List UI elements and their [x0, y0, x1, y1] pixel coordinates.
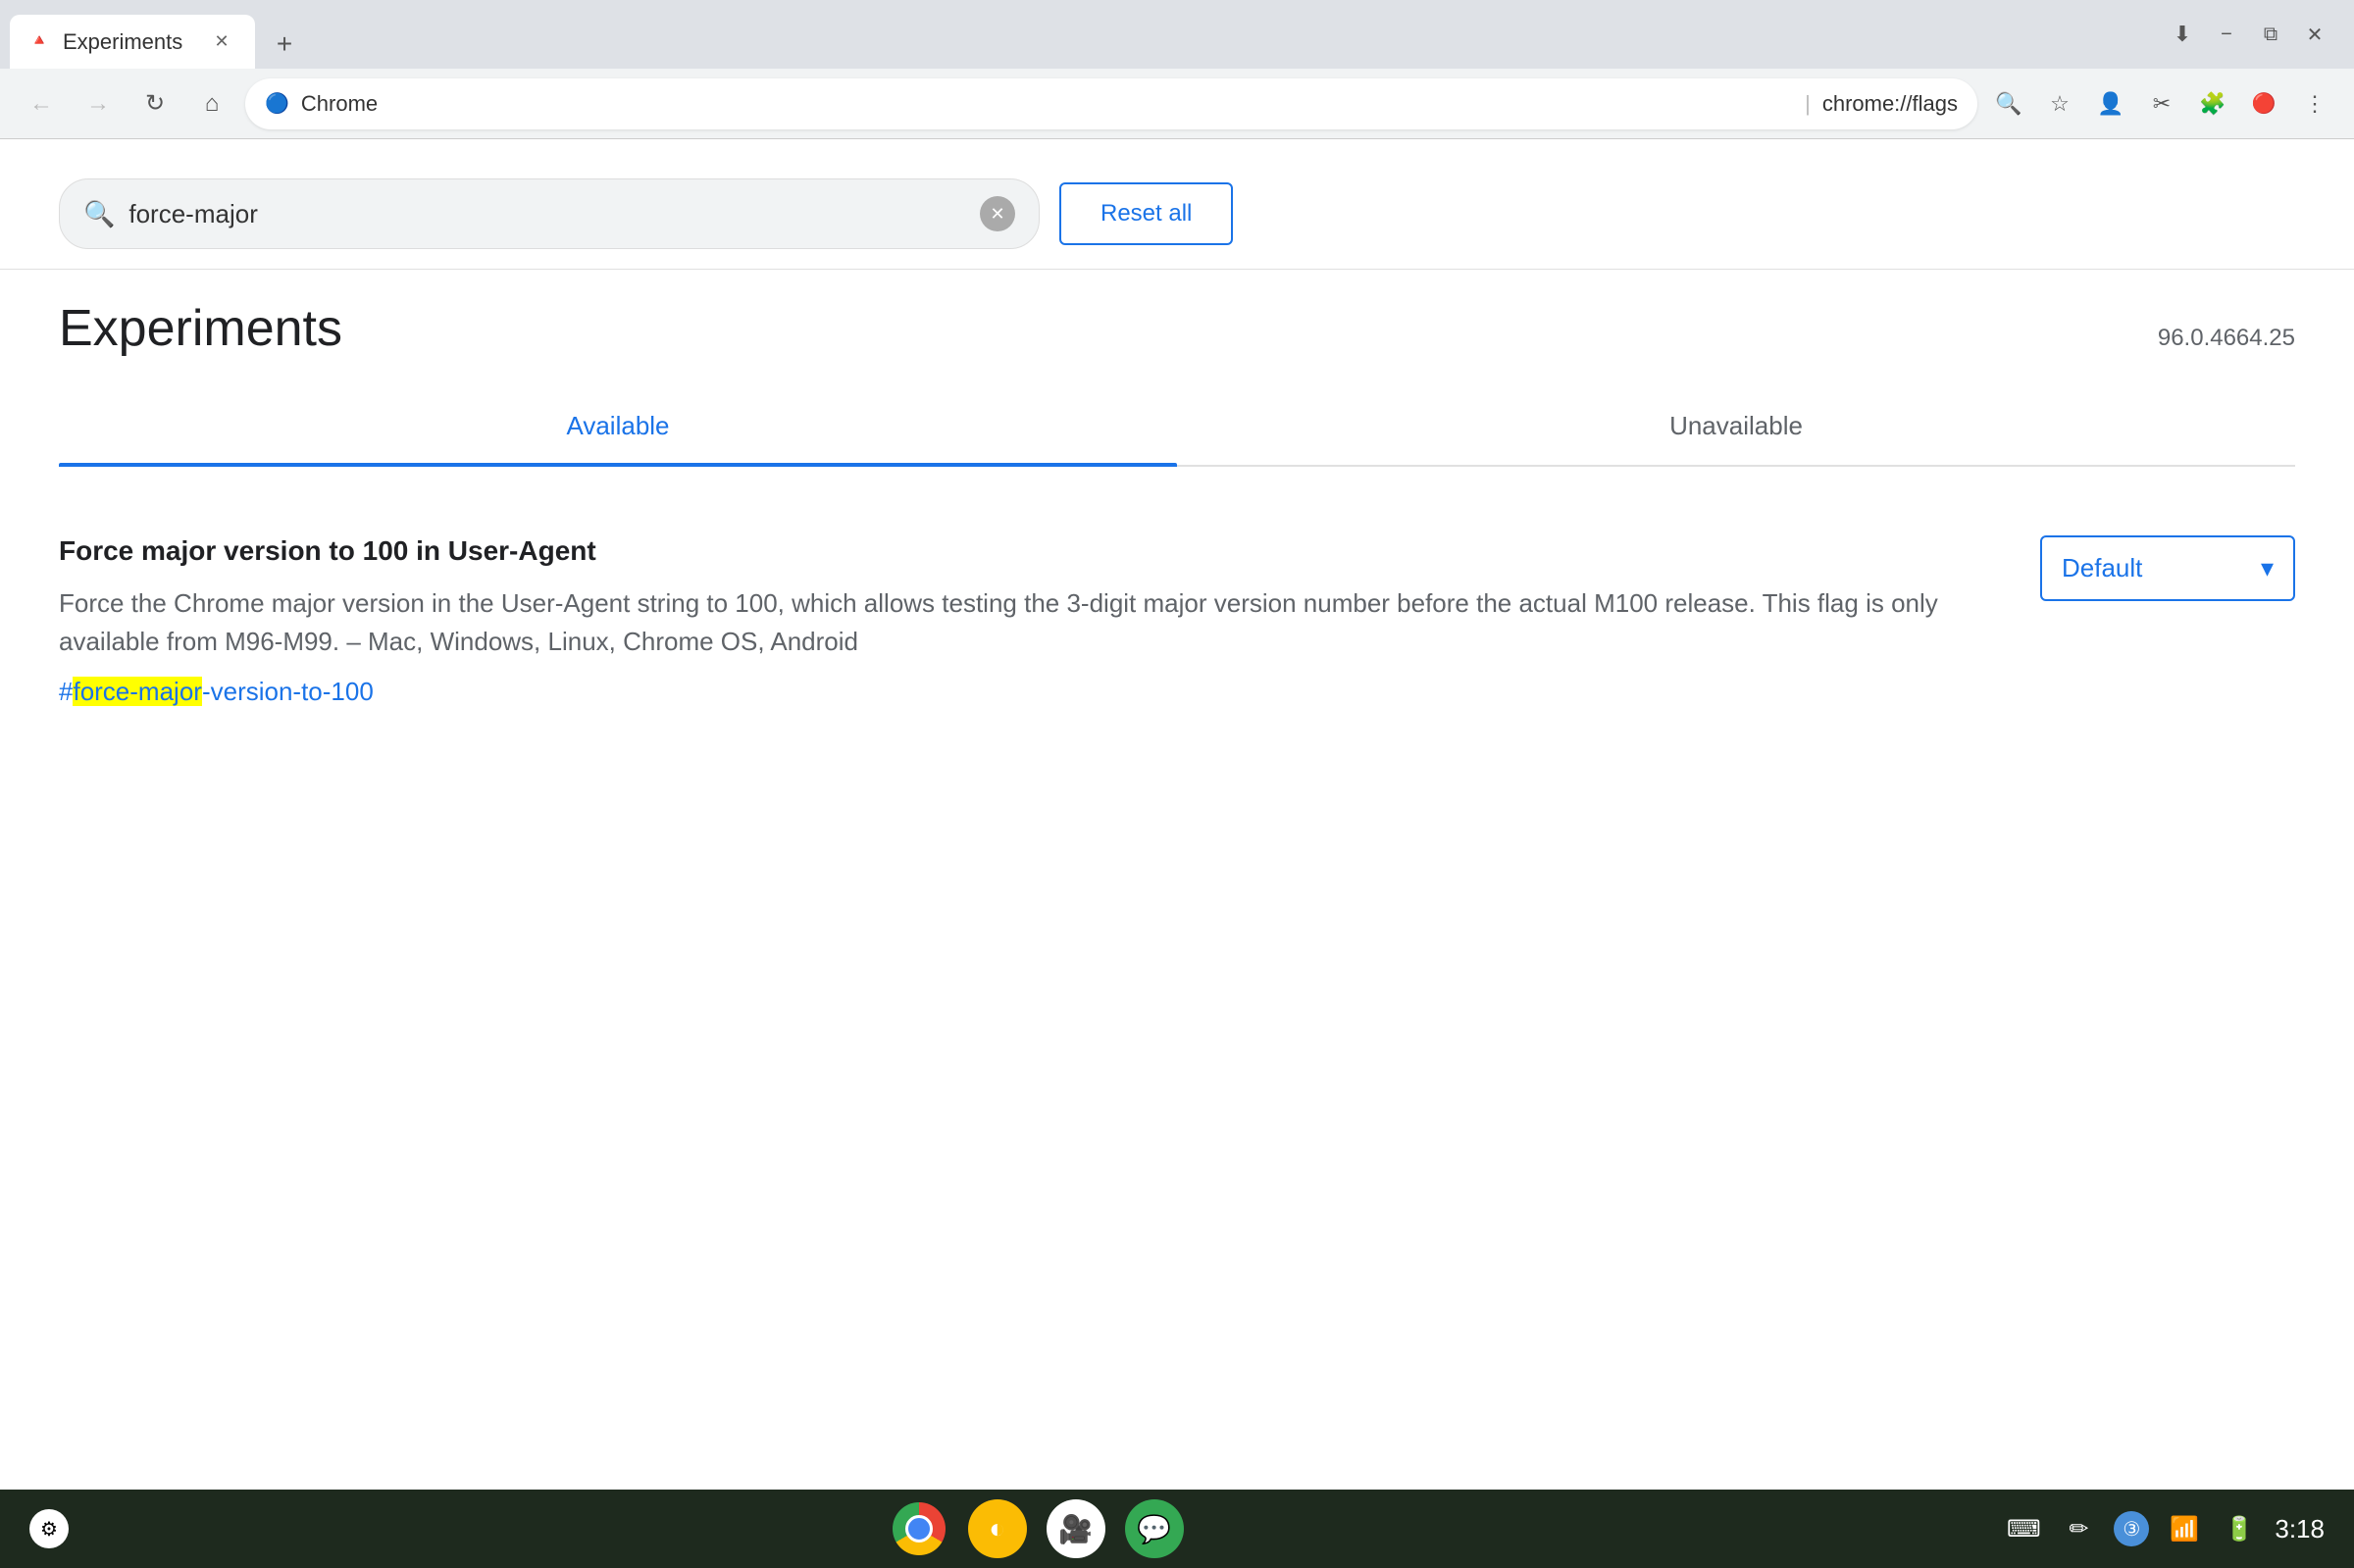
toolbar-icons: 🔍 ☆ 👤 ✂ 🧩 🔴 ⋮: [1987, 82, 2336, 126]
tab-favicon: 🔺: [29, 30, 53, 54]
tab-available[interactable]: Available: [59, 387, 1177, 465]
download-icon[interactable]: ⬇: [2163, 15, 2202, 54]
taskbar-center: ◐ 🎥 💬: [890, 1499, 1184, 1558]
tab-area: 🔺 Experiments ✕ +: [10, 0, 2163, 69]
flag-select-value: Default: [2062, 553, 2142, 583]
flag-dropdown[interactable]: Default ▾: [2040, 535, 2295, 601]
reset-all-button[interactable]: Reset all: [1059, 182, 1233, 245]
taskbar-system-icon[interactable]: ⚙: [29, 1509, 69, 1548]
flag-link[interactable]: #force-major-version-to-100: [59, 677, 374, 706]
more-menu-icon[interactable]: ⋮: [2293, 82, 2336, 126]
flag-description: Force the Chrome major version in the Us…: [59, 584, 2001, 661]
flag-link-prefix: #: [59, 677, 73, 706]
search-area: 🔍 ✕ Reset all: [0, 139, 2354, 270]
taskbar: ⚙ ◐ 🎥 💬 ⌨ ✏ ③ 📶 🔋 3:18: [0, 1490, 2354, 1568]
tabs-container: Available Unavailable: [59, 387, 2295, 467]
flag-title: Force major version to 100 in User-Agent: [59, 535, 2001, 567]
address-url: chrome://flags: [1822, 91, 1958, 117]
forward-button[interactable]: →: [75, 80, 122, 127]
security-icon: 🔵: [265, 91, 289, 116]
chevron-down-icon: ▾: [2261, 553, 2274, 583]
active-tab[interactable]: 🔺 Experiments ✕: [10, 15, 255, 69]
chrome-logo-icon: [893, 1502, 946, 1555]
tab-close-button[interactable]: ✕: [208, 28, 235, 56]
experiments-content: Experiments 96.0.4664.25 Available Unava…: [0, 270, 2354, 1490]
browser-frame: 🔺 Experiments ✕ + ⬇ − ⧉ ✕ ← → ↻ ⌂ 🔵 Chro…: [0, 0, 2354, 1568]
refresh-button[interactable]: ↻: [131, 80, 179, 127]
title-bar: 🔺 Experiments ✕ + ⬇ − ⧉ ✕: [0, 0, 2354, 69]
search-box: 🔍 ✕: [59, 178, 1040, 249]
taskbar-left: ⚙: [29, 1509, 69, 1548]
maximize-button[interactable]: ⧉: [2251, 15, 2290, 54]
avatar-icon[interactable]: 👤: [2089, 82, 2132, 126]
address-separator: |: [1805, 91, 1811, 117]
search-clear-button[interactable]: ✕: [980, 196, 1015, 231]
taskbar-chrome-app[interactable]: [890, 1499, 948, 1558]
window-controls: ⬇ − ⧉ ✕: [2163, 15, 2344, 54]
wifi-icon[interactable]: 📶: [2165, 1509, 2204, 1548]
address-brand: Chrome: [301, 91, 1793, 117]
search-icon: 🔍: [83, 199, 115, 229]
page-area: 🔍 ✕ Reset all Experiments 96.0.4664.25 A…: [0, 139, 2354, 1490]
tab-title: Experiments: [63, 29, 198, 55]
version-text: 96.0.4664.25: [2158, 325, 2295, 352]
close-button[interactable]: ✕: [2295, 15, 2334, 54]
bookmark-icon[interactable]: ☆: [2038, 82, 2081, 126]
puzzle-icon[interactable]: 🧩: [2191, 82, 2234, 126]
taskbar-orange-app[interactable]: ◐: [968, 1499, 1027, 1558]
flag-control: Default ▾: [2040, 535, 2295, 601]
back-button[interactable]: ←: [18, 80, 65, 127]
extension-icon[interactable]: 🔴: [2242, 82, 2285, 126]
taskbar-right: ⌨ ✏ ③ 📶 🔋 3:18: [2004, 1509, 2325, 1548]
home-button[interactable]: ⌂: [188, 80, 235, 127]
taskbar-chat-app[interactable]: 💬: [1125, 1499, 1184, 1558]
system-clock: 3:18: [2275, 1514, 2325, 1544]
notification-badge[interactable]: ③: [2114, 1511, 2149, 1546]
scissors-icon[interactable]: ✂: [2140, 82, 2183, 126]
flag-text: Force major version to 100 in User-Agent…: [59, 535, 2001, 707]
tab-unavailable[interactable]: Unavailable: [1177, 387, 2295, 465]
flag-item: Force major version to 100 in User-Agent…: [59, 506, 2295, 736]
battery-icon[interactable]: 🔋: [2220, 1509, 2259, 1548]
keyboard-icon[interactable]: ⌨: [2004, 1509, 2043, 1548]
flag-link-highlight: force-major: [73, 677, 201, 706]
minimize-button[interactable]: −: [2207, 15, 2246, 54]
flag-link-suffix: -version-to-100: [202, 677, 374, 706]
taskbar-meet-app[interactable]: 🎥: [1047, 1499, 1105, 1558]
page-title: Experiments: [59, 299, 342, 358]
experiments-header: Experiments 96.0.4664.25: [59, 299, 2295, 358]
address-bar-row: ← → ↻ ⌂ 🔵 Chrome | chrome://flags 🔍 ☆ 👤 …: [0, 69, 2354, 139]
stylus-icon[interactable]: ✏: [2059, 1509, 2098, 1548]
search-input[interactable]: [128, 199, 966, 229]
new-tab-button[interactable]: +: [260, 20, 309, 69]
search-toolbar-icon[interactable]: 🔍: [1987, 82, 2030, 126]
address-bar[interactable]: 🔵 Chrome | chrome://flags: [245, 78, 1977, 129]
